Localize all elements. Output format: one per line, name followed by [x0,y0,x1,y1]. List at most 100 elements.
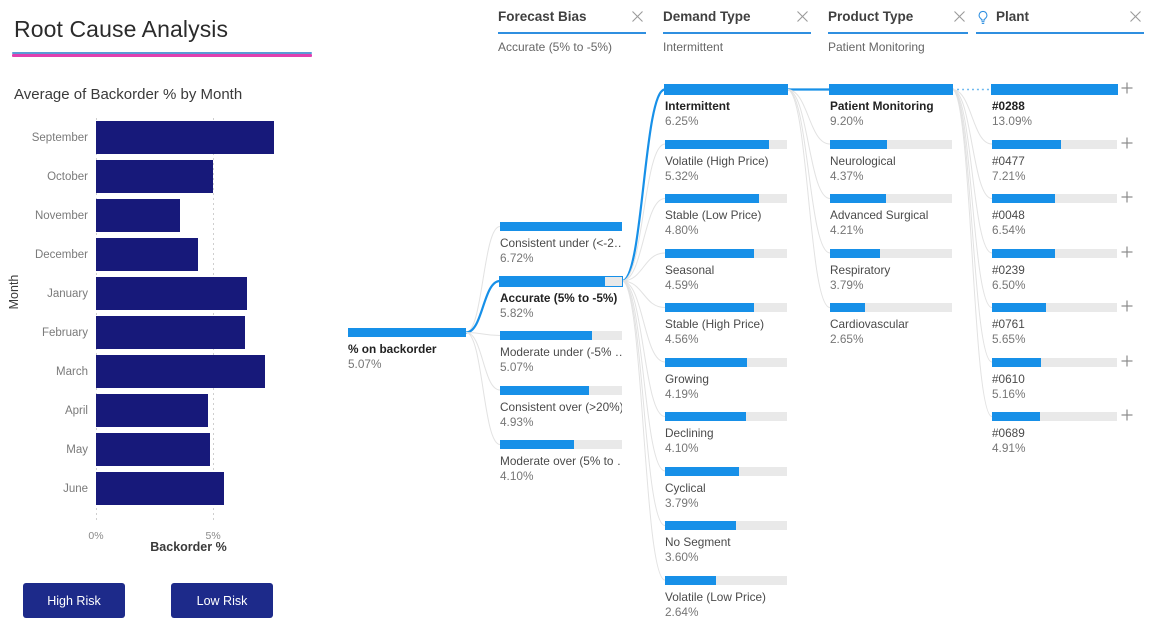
filter-name: Demand Type [663,9,751,24]
tree-node-label: Cyclical [665,480,706,495]
tree-node-value: 4.37% [830,168,864,183]
bar[interactable] [96,355,265,388]
plus-icon[interactable] [1120,245,1134,259]
tree-node[interactable]: Declining 4.10% [665,412,787,455]
bar-chart-row[interactable]: November [35,196,281,235]
tree-node[interactable]: #0288 13.09% [991,82,1133,128]
tree-node-value: 13.09% [992,114,1033,128]
tree-node[interactable]: #0761 5.65% [992,300,1133,346]
tree-node[interactable]: #0477 7.21% [992,137,1133,183]
tree-node-bar-fill [992,303,1046,312]
bar[interactable] [96,277,248,310]
bar-category-label: April [64,404,88,417]
plus-icon[interactable] [1120,190,1134,204]
tree-node[interactable]: Moderate under (-5% … 5.07% [500,331,622,374]
tree-node-label: Advanced Surgical [830,208,929,222]
tree-link [786,89,831,145]
filter-card-forecast-bias[interactable]: Forecast Bias Accurate (5% to -5%) [498,8,646,54]
bar[interactable] [96,238,198,271]
bar[interactable] [96,394,209,427]
tree-node[interactable]: #0610 5.16% [992,355,1133,401]
tree-node[interactable]: Growing 4.19% [665,357,787,401]
tree-node[interactable]: #0239 6.50% [992,246,1133,292]
close-icon[interactable] [953,10,966,23]
tree-node-bar-track [991,84,1118,95]
tree-node[interactable]: Cardiovascular 2.65% [830,303,952,346]
tree-node[interactable]: Moderate over (5% to … 4.10% [500,440,622,483]
tree-link [465,332,501,445]
tree-node[interactable]: #0048 6.54% [992,191,1133,237]
tree-node[interactable]: No Segment 3.60% [665,521,787,564]
bar[interactable] [96,433,210,466]
bar-chart-row[interactable]: May [66,430,281,469]
left-panel: Root Cause Analysis Average of Backorder… [0,0,330,640]
tree-link [621,280,666,581]
tree-node-value: 4.10% [500,469,534,483]
tree-node[interactable]: Patient Monitoring 9.20% [829,84,953,128]
bar-chart-row[interactable]: December [35,235,281,274]
tree-node[interactable]: Neurological 4.37% [830,139,952,183]
bar[interactable] [96,472,224,505]
bar-chart-row[interactable]: March [56,352,281,391]
tree-node[interactable]: Consistent under (<-2… 6.72% [500,222,622,265]
bar[interactable] [96,160,214,193]
filter-card-product-type[interactable]: Product Type Patient Monitoring [828,8,968,54]
close-icon[interactable] [796,10,809,23]
tree-link [465,332,501,336]
high-risk-button[interactable]: High Risk [23,583,125,618]
bar[interactable] [96,199,181,232]
plus-icon[interactable] [1120,81,1134,95]
plus-icon[interactable] [1120,408,1134,422]
tree-node[interactable]: #0689 4.91% [992,409,1133,455]
bar-chart-row[interactable]: October [47,157,281,196]
tree-node[interactable]: Accurate (5% to -5%) 5.82% [499,275,623,320]
close-icon[interactable] [1129,10,1142,23]
filter-card-demand-type[interactable]: Demand Type Intermittent [663,8,811,54]
tree-node-bar-fill [665,139,769,149]
bar-chart-row[interactable]: April [65,391,281,430]
tree-node[interactable]: Stable (Low Price) 4.80% [665,194,787,237]
tree-node-label: #0689 [992,426,1025,440]
tree-node-bar-fill [665,466,740,476]
plus-icon[interactable] [1120,136,1134,150]
tree-node[interactable]: Seasonal 4.59% [665,248,787,292]
tree-node[interactable]: Cyclical 3.79% [665,466,787,510]
tree-link [465,332,501,391]
tree-node[interactable]: Respiratory 3.79% [830,248,952,292]
tree-node-value: 5.16% [992,386,1026,401]
filter-selected-value: Patient Monitoring [828,40,925,54]
tree-node-bar-track [992,194,1117,203]
tree-node-bar-fill [500,440,575,449]
tree-node-bar-track [830,303,952,312]
filter-name: Plant [996,9,1030,24]
tree-node-bar-track [499,275,623,287]
bar[interactable] [96,316,245,349]
tree-node[interactable]: Volatile (High Price) 5.32% [665,139,787,183]
low-risk-button[interactable]: Low Risk [171,583,273,618]
bar-chart-row[interactable]: September [32,118,281,157]
tree-node[interactable]: Stable (High Price) 4.56% [665,303,787,346]
filter-card-plant[interactable]: Plant [976,8,1144,40]
tree-node[interactable]: Advanced Surgical 4.21% [830,194,952,237]
plus-icon[interactable] [1120,354,1134,368]
tree-node-value: 4.80% [665,223,699,237]
tree-node[interactable]: Intermittent 6.25% [664,84,788,128]
bar-chart-row[interactable]: June [63,469,281,508]
tree-node[interactable]: Volatile (Low Price) 2.64% [665,575,787,619]
bar-chart-row[interactable]: January [47,274,281,313]
tree-link [621,88,666,283]
tree-node-value: 5.82% [500,305,534,320]
tree-node-label: Consistent under (<-2… [500,236,622,250]
filter-name: Product Type [828,9,914,24]
tree-node[interactable]: Consistent over (>20%) 4.93% [500,385,622,429]
bar[interactable] [96,121,274,154]
tree-node-value: 5.32% [665,168,699,183]
close-icon[interactable] [631,10,644,23]
tree-node-bar-fill [665,194,759,203]
tree-node-bar-fill [830,139,888,149]
tree-node-bar-track [992,248,1117,258]
tree-node-label: Consistent over (>20%) [500,399,622,414]
plus-icon[interactable] [1120,299,1134,313]
bar-chart-row[interactable]: February [42,313,281,352]
tree-root-node[interactable]: % on backorder 5.07% [348,328,466,371]
